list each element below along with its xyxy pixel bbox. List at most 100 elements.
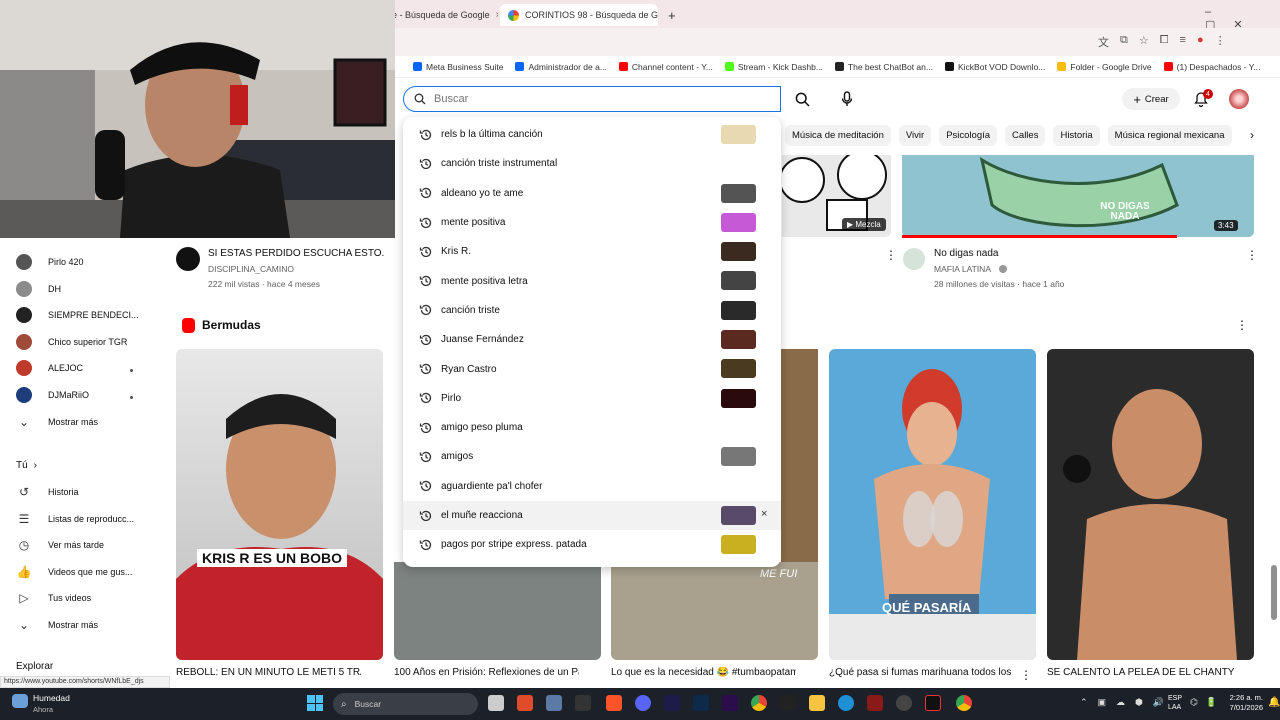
bookmark-item[interactable]: Channel content - Y... (618, 62, 713, 72)
star-icon[interactable]: ☆ (1139, 34, 1149, 50)
sidebar-item-subscription[interactable]: ALEJOC (16, 358, 83, 378)
chip[interactable]: Música de meditación (785, 124, 891, 146)
after-effects-icon[interactable] (722, 695, 738, 711)
short-thumbnail[interactable] (394, 562, 601, 660)
short-title[interactable]: REBOLL: EN UN MINUTO LE METI 5 TRAMACAZO… (176, 667, 361, 681)
photoshop-icon[interactable] (693, 695, 709, 711)
tray-icons[interactable]: ⌃▣☁⬢🔊 (1080, 697, 1174, 708)
search-box[interactable] (403, 86, 781, 112)
channel-avatar[interactable] (176, 247, 200, 271)
extensions-icon[interactable]: ⧠ (1160, 34, 1169, 50)
remove-suggestion-button[interactable]: × (761, 508, 767, 520)
search-suggestion[interactable]: Kris R. (403, 237, 781, 266)
chip[interactable]: Vivir (898, 124, 932, 146)
sidebar-item-subscription[interactable]: SIEMPRE BENDECI... (16, 305, 139, 325)
sidebar-item-subscription[interactable]: DJMaRiiO (16, 385, 89, 405)
sidebar-show-more[interactable]: ⌄ Mostrar más (16, 412, 98, 432)
chip[interactable]: Psicología (939, 124, 998, 146)
short-thumbnail[interactable] (1047, 349, 1254, 660)
sidebar-item-subscription[interactable]: Chico superior TGR (16, 332, 127, 352)
chrome-icon[interactable] (751, 695, 767, 711)
clock[interactable]: 2:26 a. m. 7/01/2026 (1205, 693, 1263, 713)
search-input[interactable] (434, 93, 764, 105)
chrome-icon[interactable] (956, 695, 972, 711)
cast-icon[interactable]: ⧉ (1120, 34, 1128, 50)
create-button[interactable]: + Crear (1122, 88, 1180, 110)
app-icon[interactable] (517, 695, 533, 711)
notification-bell-icon[interactable]: 🔔 (1268, 697, 1280, 708)
chevron-right-icon[interactable]: › (1244, 125, 1260, 145)
account-avatar[interactable] (1229, 89, 1249, 109)
search-suggestion[interactable]: aldeano yo te ame (403, 179, 781, 208)
search-suggestion[interactable]: rels b la última canción (403, 120, 781, 149)
search-suggestion[interactable]: pagos por stripe express. patada (403, 530, 781, 559)
profile-icon[interactable]: ● (1197, 34, 1204, 50)
video-title[interactable]: SI ESTAS PERDIDO ESCUCHA ESTO. (208, 248, 384, 259)
search-suggestion[interactable]: mente positiva (403, 208, 781, 237)
video-thumbnail-no-digas-nada[interactable] (902, 155, 1254, 237)
taskview-icon[interactable] (488, 695, 504, 711)
video-title[interactable]: No digas nada (934, 248, 999, 259)
sidebar-item-subscription[interactable]: DH (16, 279, 61, 299)
short-title[interactable]: Lo que es la necesidad 😂 #tumbaopatamixt… (611, 667, 796, 681)
short-thumbnail[interactable] (176, 349, 383, 660)
channel-avatar[interactable] (903, 248, 925, 270)
more-options-icon[interactable]: ⋮ (1020, 668, 1032, 682)
bookmark-item[interactable]: Folder - Google Drive (1057, 62, 1152, 72)
discord-icon[interactable] (635, 695, 651, 711)
search-suggestion[interactable]: mente positiva letra (403, 266, 781, 295)
sidebar-show-more[interactable]: ⌄ Mostrar más (16, 615, 98, 635)
chip[interactable]: Música regional mexicana (1107, 124, 1232, 146)
more-options-icon[interactable]: ⋮ (885, 248, 897, 262)
bookmark-item[interactable]: Administrador de a... (515, 62, 607, 72)
sidebar-item-liked[interactable]: 👍 Videos que me gus... (16, 562, 133, 582)
bookmark-item[interactable]: Stream - Kick Dashb... (724, 62, 823, 72)
bookmark-item[interactable]: KickBot VOD Downlo... (944, 62, 1045, 72)
sidebar-item-watch-later[interactable]: ◷ Ver más tarde (16, 535, 104, 555)
voice-search-button[interactable] (833, 86, 861, 112)
more-options-icon[interactable]: ⋮ (1236, 318, 1248, 332)
more-options-icon[interactable]: ⋮ (1246, 248, 1258, 262)
translate-icon[interactable]: 文 (1098, 34, 1109, 50)
chip[interactable]: Calles (1005, 124, 1046, 146)
search-suggestion[interactable]: amigos (403, 442, 781, 471)
sidebar-item-subscription[interactable]: Pirlo 420 (16, 252, 84, 272)
windows-start-icon[interactable] (307, 695, 323, 711)
obs-icon[interactable] (896, 695, 912, 711)
search-suggestion[interactable]: Ryan Castro (403, 354, 781, 383)
tiktok-icon[interactable] (925, 695, 941, 711)
chip[interactable]: Historia (1053, 124, 1100, 146)
epic-icon[interactable] (575, 695, 591, 711)
media-icon[interactable]: ≡ (1180, 34, 1186, 50)
weather-title[interactable]: Humedad (33, 693, 70, 703)
taskbar-search[interactable]: ⌕ Buscar (333, 693, 478, 715)
language-indicator[interactable]: ESP LAA (1168, 694, 1182, 712)
short-title[interactable]: 100 Años en Prisión: Reflexiones de un P… (394, 667, 579, 681)
search-suggestion[interactable]: canción triste (403, 296, 781, 325)
search-suggestion[interactable]: Juanse Fernández (403, 325, 781, 354)
search-suggestion[interactable]: Pirlo (403, 384, 781, 413)
menu-icon[interactable]: ⋮ (1215, 34, 1226, 50)
search-suggestion[interactable]: aguardiente pa'l chofer (403, 472, 781, 501)
sidebar-item-your-videos[interactable]: ▷ Tus videos (16, 588, 91, 608)
bookmark-item[interactable]: The best ChatBot an... (834, 62, 933, 72)
search-suggestion[interactable]: amigo peso pluma (403, 413, 781, 442)
bookmark-item[interactable]: (1) Despachados - Y... (1163, 62, 1260, 72)
edge-icon[interactable] (838, 695, 854, 711)
illustrator-icon[interactable] (867, 695, 883, 711)
short-title[interactable]: ¿Qué pasa si fumas marihuana todos los d… (829, 667, 1014, 681)
tab-corintios[interactable]: CORINTIOS 98 - Búsqueda de G × (500, 4, 658, 26)
sidebar-item-history[interactable]: ↺ Historia (16, 482, 79, 502)
channel-name[interactable]: DISCIPLINA_CAMINO (208, 264, 294, 274)
bookmark-item[interactable]: Meta Business Suite (413, 62, 503, 72)
channel-name[interactable]: MAFIA LATINA (934, 264, 991, 274)
page-scrollbar[interactable] (1271, 565, 1277, 620)
premiere-icon[interactable] (664, 695, 680, 711)
app-icon[interactable] (780, 695, 796, 711)
sidebar-section-you[interactable]: Tú › (16, 455, 37, 475)
close-icon[interactable]: × (490, 10, 498, 21)
sidebar-item-playlists[interactable]: ☰ Listas de reproducc... (16, 509, 134, 529)
search-suggestion[interactable]: el muñe reacciona × (403, 500, 781, 531)
brave-icon[interactable] (606, 695, 622, 711)
search-button[interactable] (784, 86, 820, 112)
